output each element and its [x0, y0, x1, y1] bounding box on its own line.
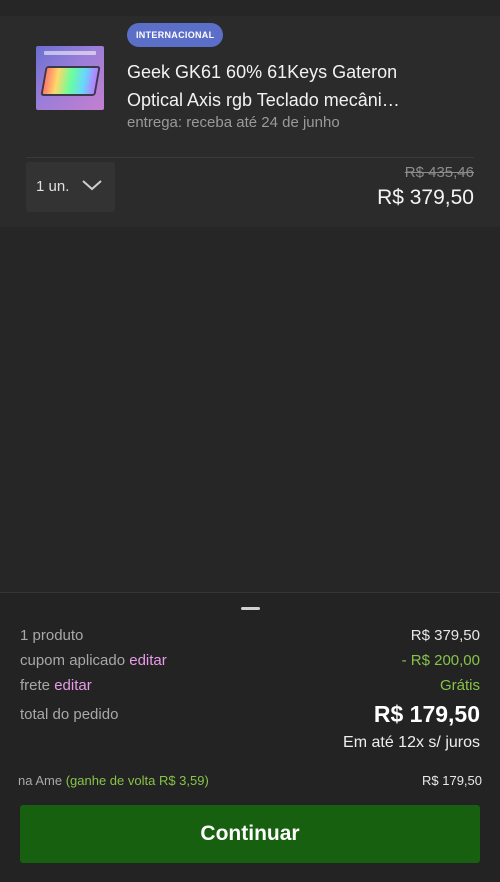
- chevron-down-icon: [82, 180, 102, 191]
- quantity-select[interactable]: 1 un.: [26, 162, 115, 212]
- order-summary-sheet: 1 produto R$ 379,50 cupom aplicado edita…: [0, 592, 500, 882]
- product-image-header: [44, 51, 96, 55]
- ame-payment-row: na Ame (ganhe de volta R$ 3,59): [18, 773, 209, 788]
- coupon-discount: - R$ 200,00: [401, 652, 480, 669]
- international-badge: INTERNACIONAL: [127, 23, 224, 47]
- cart-item-card: INTERNACIONAL Geek GK61 60% 61Keys Gater…: [0, 16, 500, 227]
- coupon-edit-link[interactable]: editar: [129, 652, 167, 669]
- ame-label: na Ame: [18, 773, 63, 788]
- keyboard-icon: [40, 66, 101, 96]
- card-divider: [26, 157, 474, 158]
- coupon-row: cupom aplicado editar: [20, 652, 167, 669]
- ame-cashback: (ganhe de volta R$ 3,59): [65, 773, 209, 788]
- product-image[interactable]: [36, 46, 104, 110]
- shipping-row: frete editar: [20, 677, 92, 694]
- shipping-edit-link[interactable]: editar: [54, 677, 92, 694]
- coupon-label: cupom aplicado: [20, 652, 126, 669]
- ame-value: R$ 179,50: [422, 773, 482, 788]
- product-title-line-2: Optical Axis rgb Teclado mecâni…: [127, 90, 400, 110]
- shipping-value: Grátis: [439, 677, 480, 694]
- product-title[interactable]: Geek GK61 60% 61Keys Gateron Optical Axi…: [127, 58, 467, 114]
- delivery-estimate: entrega: receba até 24 de junho: [127, 114, 340, 131]
- shipping-label: frete: [20, 677, 51, 694]
- products-count-label: 1 produto: [20, 627, 84, 644]
- products-subtotal: R$ 379,50: [410, 627, 480, 644]
- continue-button[interactable]: Continuar: [20, 805, 480, 863]
- drag-handle[interactable]: [241, 607, 260, 610]
- installments-info: Em até 12x s/ juros: [343, 734, 480, 751]
- cart-page: INTERNACIONAL Geek GK61 60% 61Keys Gater…: [0, 0, 500, 882]
- order-total-value: R$ 179,50: [373, 701, 480, 727]
- original-price: R$ 435,46: [404, 164, 474, 181]
- current-price: R$ 379,50: [377, 186, 474, 209]
- product-title-line-1: Geek GK61 60% 61Keys Gateron: [127, 62, 398, 82]
- order-total-label: total do pedido: [20, 706, 119, 723]
- quantity-value: 1 un.: [36, 178, 70, 195]
